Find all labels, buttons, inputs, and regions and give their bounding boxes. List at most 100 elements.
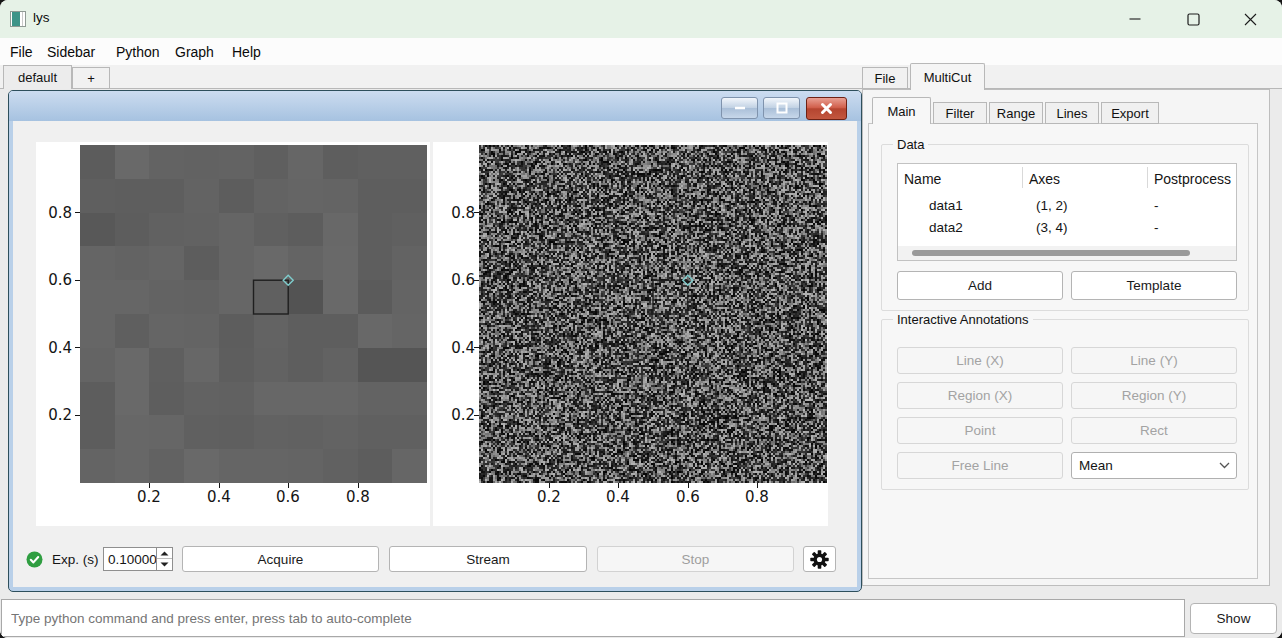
axis-tick-label: 0.6 bbox=[671, 488, 705, 506]
tab-file[interactable]: File bbox=[862, 67, 908, 89]
noise-image-plot[interactable] bbox=[479, 145, 827, 483]
spin-up-icon[interactable] bbox=[160, 551, 169, 556]
menu-graph[interactable]: Graph bbox=[170, 38, 219, 65]
axis-tick-label: 0.4 bbox=[38, 339, 72, 357]
tick-mark bbox=[75, 280, 80, 281]
tick-mark bbox=[219, 483, 220, 488]
subwindow-close-button[interactable] bbox=[806, 97, 847, 120]
subtab-main[interactable]: Main bbox=[872, 97, 931, 124]
minimize-button[interactable] bbox=[1112, 0, 1158, 38]
app-icon bbox=[10, 11, 26, 27]
menu-file[interactable]: File bbox=[5, 38, 38, 65]
subwindow-minimize-button[interactable] bbox=[721, 97, 758, 119]
exposure-value[interactable]: 0.10000 bbox=[108, 552, 157, 567]
axis-tick-label: 0.8 bbox=[740, 488, 774, 506]
acquire-button[interactable]: Acquire bbox=[182, 546, 379, 572]
tab-multicut[interactable]: MultiCut bbox=[910, 63, 985, 90]
subtab-export[interactable]: Export bbox=[1101, 102, 1159, 124]
exposure-label: Exp. (s) bbox=[52, 552, 99, 567]
region-x-button[interactable]: Region (X) bbox=[897, 382, 1063, 409]
add-button[interactable]: Add bbox=[897, 271, 1063, 300]
maximize-button[interactable] bbox=[1170, 0, 1216, 38]
menu-sidebar[interactable]: Sidebar bbox=[42, 38, 100, 65]
axis-tick-label: 0.6 bbox=[38, 271, 72, 289]
region-y-button[interactable]: Region (Y) bbox=[1071, 382, 1237, 409]
close-icon bbox=[1244, 13, 1257, 26]
axis-tick-label: 0.6 bbox=[441, 271, 475, 289]
axis-tick-label: 0.2 bbox=[132, 488, 166, 506]
header-separator bbox=[1022, 167, 1023, 188]
axis-tick-label: 0.8 bbox=[441, 204, 475, 222]
table-row-1-postprocess[interactable]: - bbox=[1154, 198, 1159, 213]
col-header-axes[interactable]: Axes bbox=[1029, 171, 1060, 187]
stream-button[interactable]: Stream bbox=[389, 546, 587, 572]
annotations-groupbox-title: Interactive Annotations bbox=[893, 312, 1033, 327]
axis-tick-label: 0.4 bbox=[202, 488, 236, 506]
line-x-button[interactable]: Line (X) bbox=[897, 347, 1063, 374]
workspace-tab-add[interactable]: + bbox=[72, 67, 110, 89]
mean-combobox-value: Mean bbox=[1079, 458, 1113, 473]
status-ok-icon bbox=[26, 551, 43, 568]
workspace-tab-default[interactable]: default bbox=[3, 65, 72, 89]
tick-mark bbox=[474, 212, 479, 213]
tick-mark bbox=[757, 483, 758, 488]
col-header-postprocess[interactable]: Postprocess bbox=[1154, 171, 1231, 187]
axis-tick-label: 0.8 bbox=[38, 204, 72, 222]
subtab-lines[interactable]: Lines bbox=[1045, 102, 1099, 124]
spin-down-icon[interactable] bbox=[160, 562, 169, 567]
workspace-tab-bar bbox=[0, 65, 1282, 89]
tick-mark bbox=[288, 483, 289, 488]
show-button[interactable]: Show bbox=[1190, 603, 1277, 634]
axis-tick-label: 0.4 bbox=[601, 488, 635, 506]
axis-tick-label: 0.2 bbox=[532, 488, 566, 506]
table-row-2-postprocess[interactable]: - bbox=[1154, 220, 1159, 235]
table-hscrollbar-thumb[interactable] bbox=[912, 250, 1190, 256]
axis-tick-label: 0.8 bbox=[341, 488, 375, 506]
menu-python[interactable]: Python bbox=[111, 38, 165, 65]
title-bar bbox=[0, 0, 1282, 38]
tick-mark bbox=[474, 280, 479, 281]
table-row-2-axes[interactable]: (3, 4) bbox=[1036, 220, 1068, 235]
table-row-1-axes[interactable]: (1, 2) bbox=[1036, 198, 1068, 213]
stop-button[interactable]: Stop bbox=[597, 546, 794, 572]
header-separator bbox=[1147, 167, 1148, 188]
subwindow-close-icon bbox=[820, 102, 833, 115]
camera-image-plot[interactable] bbox=[80, 145, 427, 483]
point-button[interactable]: Point bbox=[897, 417, 1063, 444]
template-button[interactable]: Template bbox=[1071, 271, 1237, 300]
table-row-2-name[interactable]: data2 bbox=[929, 220, 963, 235]
tick-mark bbox=[474, 347, 479, 348]
app-window: lys File Sidebar Python Graph Help defau… bbox=[0, 0, 1282, 638]
tick-mark bbox=[549, 483, 550, 488]
table-row-1-name[interactable]: data1 bbox=[929, 198, 963, 213]
axis-tick-label: 0.4 bbox=[441, 339, 475, 357]
tick-mark bbox=[618, 483, 619, 488]
subwindow-maximize-icon bbox=[776, 102, 788, 114]
menu-help[interactable]: Help bbox=[227, 38, 266, 65]
axis-tick-label: 0.2 bbox=[441, 406, 475, 424]
minimize-icon bbox=[1129, 13, 1141, 25]
tick-mark bbox=[75, 415, 80, 416]
subwindow-minimize-icon bbox=[733, 104, 747, 112]
subtab-range[interactable]: Range bbox=[989, 102, 1043, 124]
spinbox-divider bbox=[157, 558, 172, 559]
close-button[interactable] bbox=[1227, 0, 1273, 38]
gear-icon bbox=[810, 550, 829, 569]
tick-mark bbox=[75, 347, 80, 348]
col-header-name[interactable]: Name bbox=[904, 171, 941, 187]
tick-mark bbox=[474, 415, 479, 416]
screen: lys File Sidebar Python Graph Help defau… bbox=[0, 0, 1282, 638]
free-line-button[interactable]: Free Line bbox=[897, 452, 1063, 479]
tick-mark bbox=[149, 483, 150, 488]
tick-mark bbox=[75, 212, 80, 213]
tick-mark bbox=[688, 483, 689, 488]
rect-button[interactable]: Rect bbox=[1071, 417, 1237, 444]
line-y-button[interactable]: Line (Y) bbox=[1071, 347, 1237, 374]
axis-tick-label: 0.2 bbox=[38, 406, 72, 424]
settings-button[interactable] bbox=[803, 546, 836, 572]
python-command-input[interactable] bbox=[1, 599, 1185, 637]
subwindow-maximize-button[interactable] bbox=[763, 97, 800, 119]
data-groupbox-title: Data bbox=[893, 137, 928, 152]
window-title: lys bbox=[33, 10, 50, 25]
subtab-filter[interactable]: Filter bbox=[933, 102, 987, 124]
